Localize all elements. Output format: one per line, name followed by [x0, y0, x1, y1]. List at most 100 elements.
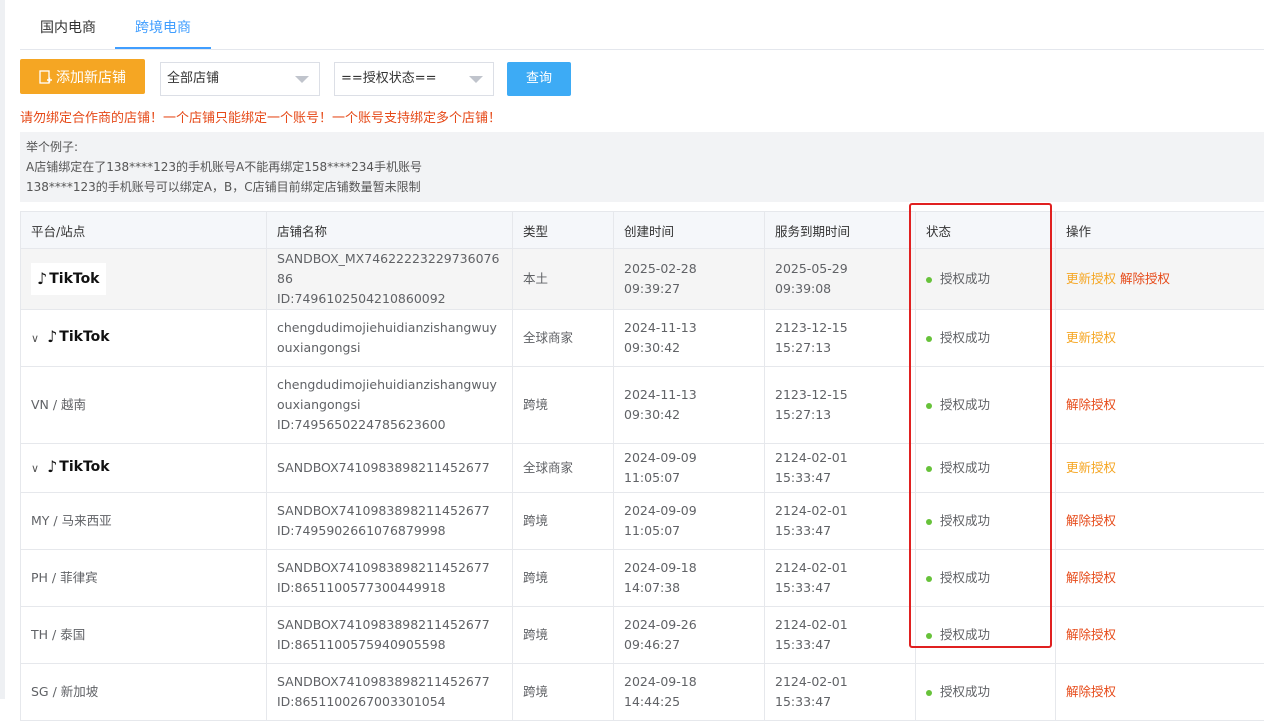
tiktok-note-icon: ♪: [47, 327, 57, 347]
cell-actions: 更新授权: [1056, 444, 1264, 493]
cell-platform: ∨ ♪TikTok: [21, 444, 267, 493]
cell-created: 2024-09-26 09:46:27: [614, 607, 765, 664]
cell-created: 2024-09-09 11:05:07: [614, 444, 765, 493]
cell-expires: 2123-12-15 15:27:13: [765, 310, 916, 367]
unbind-auth-link[interactable]: 解除授权: [1066, 684, 1116, 699]
status-dot-icon: [926, 633, 932, 639]
store-id: ID:7496102504210860092: [277, 289, 502, 309]
platform-label: TH / 泰国: [31, 627, 85, 642]
status-label: 授权成功: [940, 684, 990, 699]
chevron-down-icon[interactable]: ∨: [31, 329, 39, 349]
tiktok-logo: ♪TikTok: [47, 457, 110, 477]
store-id: ID:7495902661076879998: [277, 521, 502, 541]
status-label: 授权成功: [940, 397, 990, 412]
add-store-label: 添加新店铺: [56, 67, 126, 87]
store-filter-select[interactable]: 全部店铺: [160, 62, 320, 96]
caret-down-icon: [469, 76, 483, 83]
table-row: ∨♪TikTokchengdudimojiehuidianzishangwuyo…: [21, 310, 1264, 367]
unbind-auth-link[interactable]: 解除授权: [1066, 570, 1116, 585]
example-title: 举个例子:: [26, 137, 1258, 157]
cell-type: 跨境: [513, 550, 614, 607]
update-auth-link[interactable]: 更新授权: [1066, 460, 1116, 475]
tab-domestic-ecommerce[interactable]: 国内电商: [20, 8, 116, 48]
cell-expires: 2124-02-01 15:33:47: [765, 493, 916, 550]
status-label: 授权成功: [940, 271, 990, 286]
cell-platform: ∨ ♪TikTok: [21, 310, 267, 367]
store-id: ID:8651100267003301054: [277, 692, 502, 712]
platform-label: MY / 马来西亚: [31, 513, 112, 528]
col-header-platform: 平台/站点: [21, 212, 267, 249]
cell-store-name: SANDBOX7410983898211452677ID:86511005759…: [267, 607, 513, 664]
auth-status-select[interactable]: ==授权状态==: [334, 62, 494, 96]
cell-store-name: SANDBOX7410983898211452677ID:86511005773…: [267, 550, 513, 607]
cell-platform: PH / 菲律宾: [21, 550, 267, 607]
cell-store-name: SANDBOX7410983898211452677ID:74959026610…: [267, 493, 513, 550]
cell-type: 本土: [513, 249, 614, 310]
cell-type: 跨境: [513, 493, 614, 550]
cell-type: 跨境: [513, 664, 614, 721]
cell-expires: 2124-02-01 15:33:47: [765, 444, 916, 493]
cell-status: 授权成功: [916, 550, 1056, 607]
status-dot-icon: [926, 403, 932, 409]
tab-bar: 国内电商 跨境电商: [20, 8, 1264, 50]
cell-type: 全球商家: [513, 310, 614, 367]
status-dot-icon: [926, 519, 932, 525]
cell-status: 授权成功: [916, 310, 1056, 367]
add-store-button[interactable]: 添加新店铺: [20, 59, 145, 94]
tiktok-note-icon: ♪: [47, 457, 57, 477]
unbind-auth-link[interactable]: 解除授权: [1066, 397, 1116, 412]
tab-crossborder-ecommerce[interactable]: 跨境电商: [115, 8, 211, 49]
auth-status-value: ==授权状态==: [341, 71, 437, 86]
cell-actions: 更新授权: [1056, 310, 1264, 367]
col-header-actions: 操作: [1056, 212, 1264, 249]
update-auth-link[interactable]: 更新授权: [1066, 271, 1116, 286]
status-label: 授权成功: [940, 627, 990, 642]
status-dot-icon: [926, 277, 932, 283]
cell-actions: 解除授权: [1056, 607, 1264, 664]
cell-created: 2024-09-18 14:44:25: [614, 664, 765, 721]
cell-actions: 解除授权: [1056, 493, 1264, 550]
query-button[interactable]: 查询: [507, 62, 571, 96]
example-notice: 举个例子: A店铺绑定在了138****123的手机账号A不能再绑定158***…: [20, 132, 1264, 202]
tiktok-note-icon: ♪: [37, 269, 47, 289]
cell-actions: 解除授权: [1056, 367, 1264, 444]
table-row: SG / 新加坡SANDBOX7410983898211452677ID:865…: [21, 664, 1264, 721]
cell-status: 授权成功: [916, 249, 1056, 310]
platform-label: TikTok: [49, 269, 99, 289]
chevron-down-icon[interactable]: ∨: [31, 459, 39, 479]
unbind-auth-link[interactable]: 解除授权: [1120, 271, 1170, 286]
platform-label: VN / 越南: [31, 397, 86, 412]
store-filter-value: 全部店铺: [167, 71, 219, 86]
cell-platform: ♪TikTok: [21, 249, 267, 310]
col-header-status: 状态: [916, 212, 1056, 249]
update-auth-link[interactable]: 更新授权: [1066, 330, 1116, 345]
platform-label: TikTok: [59, 457, 109, 477]
cell-expires: 2025-05-29 09:39:08: [765, 249, 916, 310]
unbind-auth-link[interactable]: 解除授权: [1066, 627, 1116, 642]
unbind-auth-link[interactable]: 解除授权: [1066, 513, 1116, 528]
table-header-row: 平台/站点 店铺名称 类型 创建时间 服务到期时间 状态 操作: [21, 212, 1264, 249]
store-id: ID:8651100575940905598: [277, 635, 502, 655]
cell-status: 授权成功: [916, 367, 1056, 444]
col-header-type: 类型: [513, 212, 614, 249]
cell-expires: 2123-12-15 15:27:13: [765, 367, 916, 444]
status-label: 授权成功: [940, 513, 990, 528]
status-label: 授权成功: [940, 330, 990, 345]
platform-label: TikTok: [59, 327, 109, 347]
status-dot-icon: [926, 336, 932, 342]
cell-status: 授权成功: [916, 664, 1056, 721]
cell-type: 跨境: [513, 607, 614, 664]
left-sidebar-edge: [0, 0, 5, 699]
store-table: 平台/站点 店铺名称 类型 创建时间 服务到期时间 状态 操作 ♪TikTokS…: [20, 211, 1264, 721]
cell-platform: TH / 泰国: [21, 607, 267, 664]
cell-created: 2025-02-28 09:39:27: [614, 249, 765, 310]
store-name: SANDBOX_MX7462222322973607686: [277, 249, 502, 289]
store-name: SANDBOX7410983898211452677: [277, 458, 502, 478]
table-row: VN / 越南chengdudimojiehuidianzishangwuyou…: [21, 367, 1264, 444]
table-row: ∨♪TikTokSANDBOX7410983898211452677全球商家20…: [21, 444, 1264, 493]
cell-status: 授权成功: [916, 493, 1056, 550]
cell-expires: 2124-02-01 15:33:47: [765, 664, 916, 721]
table-row: MY / 马来西亚 SANDBOX7410983898211452677ID:74…: [21, 493, 1264, 550]
table-row: PH / 菲律宾SANDBOX7410983898211452677ID:865…: [21, 550, 1264, 607]
status-dot-icon: [926, 576, 932, 582]
